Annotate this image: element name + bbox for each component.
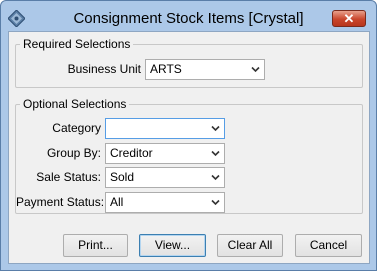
sale-status-select[interactable]: Sold [105,167,225,188]
title-bar[interactable]: Consignment Stock Items [Crystal] ✕ [1,1,376,35]
group-by-label: Group By: [46,146,101,160]
payment-status-select[interactable]: All [105,192,225,213]
optional-selections-group: Optional Selections Category Group By: C… [15,97,363,214]
required-selections-legend: Required Selections [20,37,134,51]
chevron-down-icon [211,150,220,157]
sale-status-value: Sold [110,170,135,184]
business-unit-select[interactable]: ARTS [145,59,265,80]
payment-status-value: All [110,195,124,209]
chevron-down-icon [251,66,260,73]
business-unit-label: Business Unit [67,62,141,76]
category-label: Category [52,121,101,135]
close-icon: ✕ [343,11,355,26]
app-icon [8,10,25,27]
dialog-body: Required Selections Business Unit ARTS O… [8,31,370,264]
print-button[interactable]: Print... [63,234,128,257]
group-by-value: Creditor [110,146,153,160]
view-button[interactable]: View... [139,234,206,257]
group-by-select[interactable]: Creditor [105,143,225,164]
chevron-down-icon [211,125,220,132]
chevron-down-icon [211,199,220,206]
close-button[interactable]: ✕ [332,10,366,27]
sale-status-label: Sale Status: [36,170,101,184]
category-select[interactable] [105,118,225,139]
payment-status-label: Payment Status: [16,195,105,209]
optional-selections-legend: Optional Selections [20,97,130,111]
cancel-button[interactable]: Cancel [295,234,362,257]
chevron-down-icon [211,174,220,181]
clear-all-button[interactable]: Clear All [217,234,283,257]
window-title: Consignment Stock Items [Crystal] [73,10,304,27]
report-dialog-window: Consignment Stock Items [Crystal] ✕ Requ… [0,0,377,271]
required-selections-group: Required Selections Business Unit ARTS [15,37,363,88]
business-unit-value: ARTS [150,62,182,76]
